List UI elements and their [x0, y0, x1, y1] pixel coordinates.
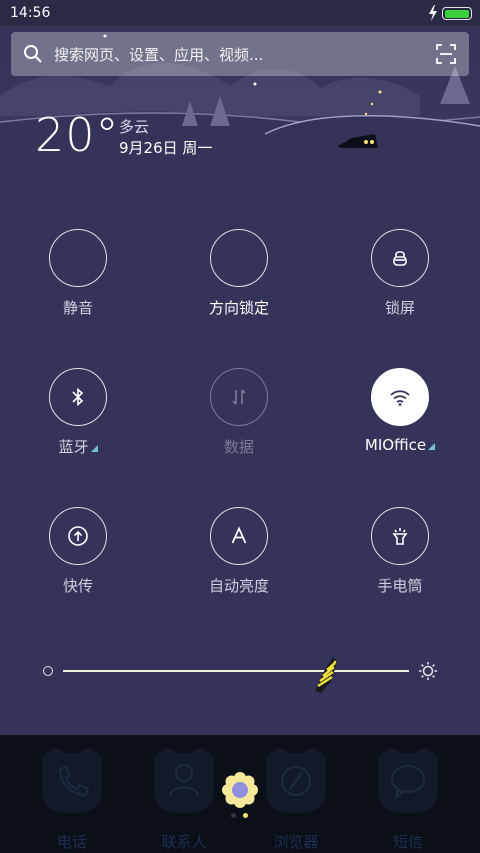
toggle-circle: [371, 507, 429, 565]
toggle-auto-brightness[interactable]: 自动亮度: [180, 507, 300, 617]
scan-icon[interactable]: [436, 44, 456, 64]
wifi-icon: [390, 390, 410, 406]
page-dot: [243, 813, 248, 818]
dock-label: 联系人: [161, 833, 207, 851]
weather-temperature: 20°: [35, 108, 120, 162]
toggle-circle: [210, 229, 268, 287]
dock-app-phone[interactable]: 电话: [34, 743, 110, 851]
dock-label: 电话: [56, 833, 87, 851]
toggle-flashlight[interactable]: 手电筒: [341, 507, 461, 617]
dock-label: 短信: [392, 833, 423, 851]
brightness-min-icon: [43, 666, 53, 676]
charging-icon: [429, 5, 437, 21]
search-placeholder: 搜索网页、设置、应用、视频...: [54, 46, 264, 64]
dock-label: 浏览器: [273, 833, 319, 851]
bell-off-icon: [69, 250, 87, 268]
toggle-data[interactable]: 数据: [180, 368, 300, 478]
toggle-label: 手电筒: [377, 577, 423, 595]
dock-app-browser[interactable]: 浏览器: [258, 743, 334, 851]
data-arrows-icon: [232, 389, 246, 405]
toggle-circle: [49, 229, 107, 287]
toggle-label: 数据: [223, 438, 254, 456]
browser-icon: [266, 747, 326, 813]
more-indicator: [428, 443, 436, 450]
brightness-max-icon: [419, 662, 437, 680]
search-icon: [24, 45, 42, 63]
toggle-label: MIOffice: [341, 436, 459, 454]
status-bar: 14:56: [0, 0, 480, 26]
flower-icon[interactable]: [222, 772, 258, 808]
toggle-lock-screen[interactable]: 锁屏: [341, 229, 461, 339]
more-indicator: [90, 445, 98, 452]
toggle-label: 快传: [62, 577, 93, 595]
toggle-circle: [49, 368, 107, 426]
toggle-rotation-lock[interactable]: 方向锁定: [180, 229, 300, 339]
page-dot: [231, 813, 236, 818]
toggle-label: 蓝牙: [19, 436, 137, 457]
battery-level: [444, 9, 469, 18]
toggle-label: 锁屏: [384, 299, 415, 317]
toggle-bluetooth[interactable]: 蓝牙: [19, 368, 139, 478]
lock-icon: [393, 251, 407, 266]
search-bar[interactable]: 搜索网页、设置、应用、视频...: [11, 32, 469, 76]
share-upload-icon: [68, 526, 88, 546]
toggle-label: 方向锁定: [208, 299, 269, 317]
toggle-wifi[interactable]: MIOffice: [341, 368, 461, 478]
dock-app-messages[interactable]: 短信: [370, 743, 446, 851]
toggle-label: 静音: [62, 299, 93, 317]
contacts-icon: [154, 747, 214, 813]
battery-icon: [442, 7, 472, 20]
toggle-share[interactable]: 快传: [19, 507, 139, 617]
toggle-circle: [371, 229, 429, 287]
toggle-label: 自动亮度: [208, 577, 269, 595]
status-time: 14:56: [10, 5, 51, 21]
weather-condition: 多云: [119, 118, 150, 136]
bluetooth-icon: [72, 387, 84, 407]
dock-app-contacts[interactable]: 联系人: [146, 743, 222, 851]
brightness-slider-thumb[interactable]: [309, 653, 343, 695]
flashlight-icon: [392, 528, 408, 545]
message-icon: [378, 747, 438, 813]
toggle-circle: [49, 507, 107, 565]
toggle-circle: [210, 507, 268, 565]
auto-brightness-icon: [231, 526, 247, 544]
rotation-lock-icon: [231, 248, 247, 266]
toggle-circle: [371, 368, 429, 426]
toggle-silent[interactable]: 静音: [19, 229, 139, 339]
brightness-slider[interactable]: [63, 670, 409, 672]
toggle-circle: [210, 368, 268, 426]
weather-date: 9月26日 周一: [119, 139, 213, 157]
phone-icon: [42, 747, 102, 813]
